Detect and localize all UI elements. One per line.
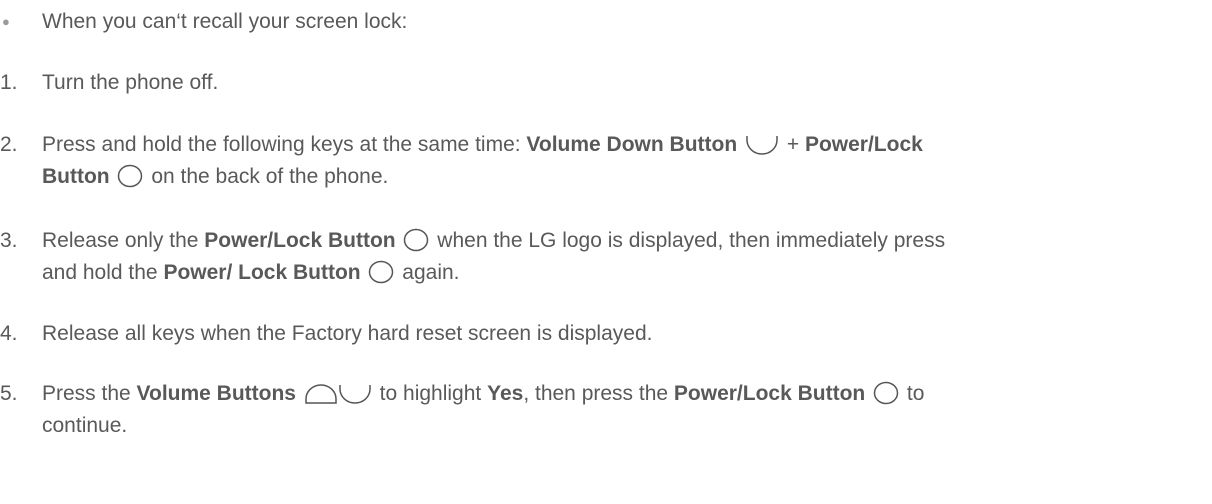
power-lock-button-icon [117, 164, 143, 188]
volume-down-button-icon [338, 383, 372, 405]
step-text: Turn the phone off. [42, 71, 219, 94]
volume-up-button-icon [304, 383, 338, 405]
step-text-segment: + [781, 133, 805, 156]
yes-label: Yes [487, 382, 524, 405]
step-text-segment: continue. [42, 414, 128, 437]
step-text: Press the Volume Buttons to highlight Ye… [42, 378, 1202, 442]
volume-buttons-label: Volume Buttons [136, 382, 296, 405]
step-text-segment: Press and hold the following keys at the… [42, 133, 527, 156]
step-text-segment: Release only the [42, 229, 205, 252]
step-text-segment: , then press the [523, 382, 674, 405]
step-number: 2. [0, 133, 18, 156]
step-number: 1. [0, 71, 18, 94]
power-lock-button-icon [368, 260, 394, 284]
power-lock-label: Power/Lock [804, 133, 923, 156]
power-lock-button-label: Power/Lock Button [673, 382, 866, 405]
step-number: 3. [0, 229, 18, 252]
step-text-segment: and hold the [42, 261, 164, 284]
step-text-segment: when the LG logo is displayed, then imme… [431, 229, 946, 252]
step-number: 4. [0, 322, 18, 345]
power-lock-button-label: Power/ Lock Button [163, 261, 361, 284]
volume-down-button-label: Volume Down Button [526, 133, 738, 156]
power-lock-button-icon [873, 381, 899, 405]
step-text-segment: again. [396, 261, 460, 284]
step-text: Release only the Power/Lock Button when … [42, 225, 1202, 289]
power-lock-button-icon [403, 228, 429, 252]
step-text-segment: to highlight [373, 382, 488, 405]
button-label: Button [42, 165, 110, 188]
bullet-marker: ● [2, 14, 10, 29]
bullet-text: When you can‘t recall your screen lock: [42, 10, 408, 33]
volume-down-button-icon [745, 134, 779, 156]
step-text-segment: to [901, 382, 925, 405]
step-text: Press and hold the following keys at the… [42, 129, 1202, 193]
step-text: Release all keys when the Factory hard r… [42, 322, 653, 345]
step-text-segment: Press the [42, 382, 137, 405]
step-text-segment: on the back of the phone. [145, 165, 389, 188]
power-lock-button-label: Power/Lock Button [204, 229, 396, 252]
step-number: 5. [0, 382, 18, 405]
